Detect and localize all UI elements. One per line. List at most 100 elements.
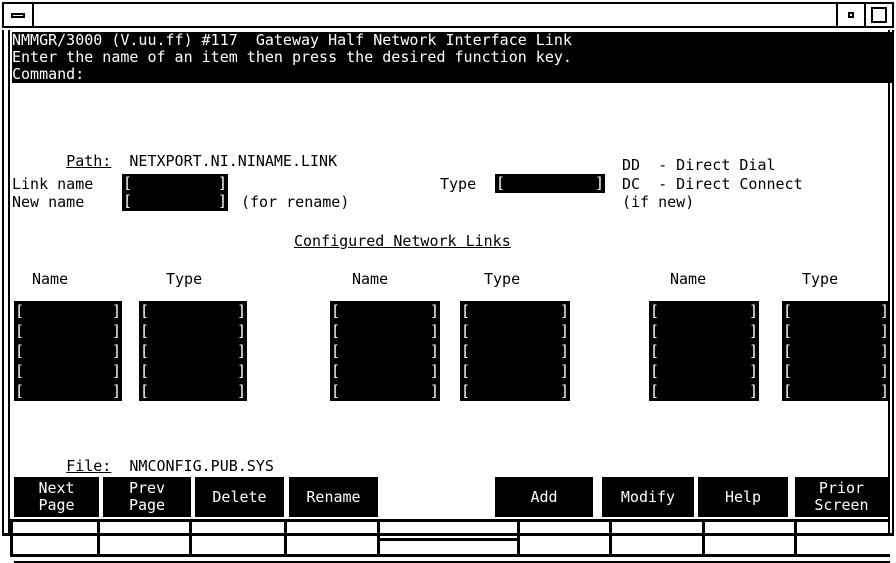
grid-cell-group1-name-0[interactable]: [] (14, 301, 122, 321)
bracket-left-icon: [ (331, 301, 341, 320)
restore-icon (848, 12, 854, 18)
new-name-hint: (for rename) (241, 193, 350, 211)
function-key-delete[interactable]: Delete (195, 477, 284, 517)
function-key-slot-1[interactable] (10, 522, 100, 554)
grid-cell-group2-name-1[interactable]: [] (330, 321, 440, 341)
grid-cell-group3-name-0[interactable]: [] (649, 301, 759, 321)
grid-cell-group2-type-4[interactable]: [] (460, 381, 570, 401)
grid-cell-group1-type-4[interactable]: [] (139, 381, 247, 401)
table-title: Configured Network Links (294, 232, 511, 250)
bracket-right-icon: ] (111, 341, 121, 360)
bracket-right-icon: ] (236, 361, 246, 380)
type-label: Type (440, 175, 477, 193)
function-key-slot-8[interactable] (705, 522, 797, 554)
function-key-help[interactable]: Help (698, 477, 788, 517)
grid-cell-group3-type-3[interactable]: [] (782, 361, 890, 381)
bracket-right-icon: ] (748, 321, 758, 340)
bracket-right-icon: ] (559, 321, 569, 340)
grid-cell-group1-name-2[interactable]: [] (14, 341, 122, 361)
grid-cell-group2-type-3[interactable]: [] (460, 361, 570, 381)
function-key-slot-3[interactable] (192, 522, 287, 554)
grid-cell-group1-name-4[interactable]: [] (14, 381, 122, 401)
bracket-right-icon: ] (559, 361, 569, 380)
grid-cell-group3-type-2[interactable]: [] (782, 341, 890, 361)
column-header-type-3: Type (802, 270, 839, 288)
command-label: Command: (12, 65, 85, 83)
command-line[interactable]: Command: (12, 66, 892, 83)
legend-line-ifnew: (if new) (622, 193, 695, 211)
bracket-right-icon: ] (879, 301, 889, 320)
restore-button[interactable] (836, 4, 864, 26)
bracket-right-icon: ] (429, 381, 439, 400)
bracket-right-icon: ] (429, 301, 439, 320)
window-title (34, 4, 836, 26)
new-name-label: New name (12, 193, 85, 211)
grid-cell-group1-name-1[interactable]: [] (14, 321, 122, 341)
function-key-rename[interactable]: Rename (289, 477, 378, 517)
bracket-right-icon: ] (748, 301, 758, 320)
grid-cell-group3-type-0[interactable]: [] (782, 301, 890, 321)
maximize-button[interactable] (864, 4, 892, 26)
grid-cell-group3-type-4[interactable]: [] (782, 381, 890, 401)
grid-cell-group1-type-0[interactable]: [] (139, 301, 247, 321)
function-key-label-line1: Delete (212, 487, 267, 506)
function-key-slot-6[interactable] (520, 522, 612, 554)
grid-cell-group1-type-2[interactable]: [] (139, 341, 247, 361)
minimize-icon (11, 12, 25, 18)
bracket-left-icon: [ (783, 341, 793, 360)
grid-cell-group2-name-3[interactable]: [] (330, 361, 440, 381)
grid-cell-group2-name-4[interactable]: [] (330, 381, 440, 401)
function-key-add[interactable]: Add (495, 477, 593, 517)
function-key-prev-page[interactable]: Prev Page (103, 477, 191, 517)
function-key-next-page[interactable]: Next Page (14, 477, 99, 517)
link-name-input[interactable]: [ ] (122, 174, 228, 193)
grid-cell-group1-type-3[interactable]: [] (139, 361, 247, 381)
grid-cell-group2-type-1[interactable]: [] (460, 321, 570, 341)
bracket-right-icon: ] (111, 301, 121, 320)
grid-cell-group2-name-2[interactable]: [] (330, 341, 440, 361)
bracket-right-icon: ] (879, 321, 889, 340)
bracket-left-icon: [ (140, 321, 150, 340)
file-value: NMCONFIG.PUB.SYS (129, 457, 274, 475)
minimize-button[interactable] (4, 4, 34, 26)
grid-cell-group3-name-2[interactable]: [] (649, 341, 759, 361)
bracket-left-icon: [ (123, 192, 133, 210)
bracket-right-icon: ] (429, 321, 439, 340)
grid-cell-group3-name-1[interactable]: [] (649, 321, 759, 341)
bracket-right-icon: ] (236, 341, 246, 360)
function-key-modify[interactable]: Modify (602, 477, 694, 517)
new-name-input[interactable]: [ ] (122, 192, 228, 211)
bracket-left-icon: [ (650, 361, 660, 380)
grid-cell-group3-type-1[interactable]: [] (782, 321, 890, 341)
grid-cell-group1-name-3[interactable]: [] (14, 361, 122, 381)
bracket-right-icon: ] (236, 301, 246, 320)
bracket-right-icon: ] (236, 321, 246, 340)
bracket-right-icon: ] (748, 341, 758, 360)
file-label: File: (66, 457, 112, 475)
function-key-slot-2[interactable] (100, 522, 192, 554)
bracket-right-icon: ] (217, 174, 227, 192)
bracket-right-icon: ] (429, 341, 439, 360)
function-key-slot-5[interactable] (380, 522, 520, 554)
function-key-label-line1: Prior (818, 479, 865, 497)
bracket-left-icon: [ (123, 174, 133, 192)
path-spacer (111, 152, 129, 170)
bracket-left-icon: [ (783, 321, 793, 340)
function-key-slot-7[interactable] (612, 522, 705, 554)
grid-cell-group2-name-0[interactable]: [] (330, 301, 440, 321)
type-input[interactable]: [ ] (495, 174, 605, 193)
function-key-slot-4[interactable] (287, 522, 380, 554)
function-key-prior-screen[interactable]: Prior Screen (795, 477, 888, 517)
bracket-left-icon: [ (331, 381, 341, 400)
bracket-left-icon: [ (15, 301, 25, 320)
bracket-right-icon: ] (559, 341, 569, 360)
path-value: NETXPORT.NI.NINAME.LINK (129, 152, 338, 170)
grid-cell-group3-name-4[interactable]: [] (649, 381, 759, 401)
bracket-right-icon: ] (879, 341, 889, 360)
grid-cell-group2-type-0[interactable]: [] (460, 301, 570, 321)
function-key-label-line1: Help (724, 487, 762, 506)
bracket-left-icon: [ (461, 381, 471, 400)
grid-cell-group3-name-3[interactable]: [] (649, 361, 759, 381)
grid-cell-group2-type-2[interactable]: [] (460, 341, 570, 361)
grid-cell-group1-type-1[interactable]: [] (139, 321, 247, 341)
